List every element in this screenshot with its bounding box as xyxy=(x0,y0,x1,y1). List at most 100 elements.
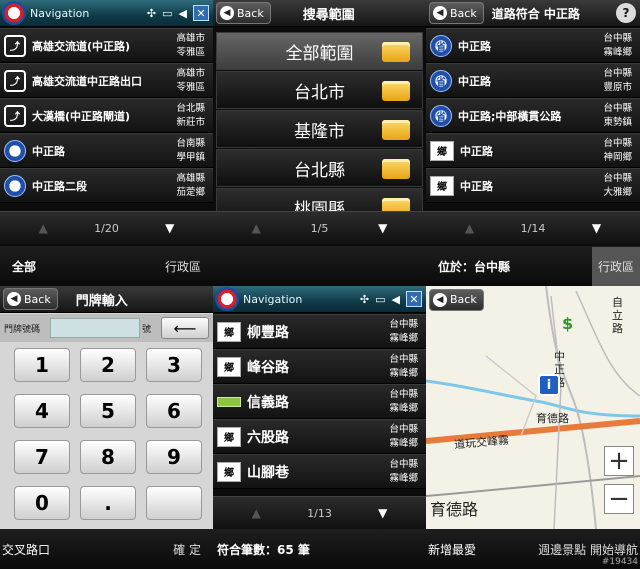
back-button[interactable]: ◀ Back xyxy=(216,2,271,24)
page-down-icon[interactable]: ▼ xyxy=(340,221,427,235)
nav-status-icons: ✣ ▭ ◀ ✕ xyxy=(360,291,426,307)
list-item[interactable]: 信義路 台中縣 霧峰鄉 xyxy=(213,384,426,419)
keypad-key[interactable]: 2 xyxy=(80,348,136,382)
intersection-button[interactable]: 交叉路口 xyxy=(0,541,50,558)
map-panel[interactable]: ◀ Back $ 自立路 中正路 i 育德路 道玩交峰霧 育德路 + − xyxy=(426,286,640,529)
page-up-icon[interactable]: ▲ xyxy=(426,221,513,235)
list-item-city: 台北縣 xyxy=(176,102,205,114)
backspace-button[interactable]: ⟵ xyxy=(161,317,209,339)
list-item[interactable]: ⤴ 大漢橋(中正路閘道) 台北縣 新莊市 xyxy=(0,98,213,133)
page-down-icon[interactable]: ▼ xyxy=(340,506,427,520)
keypad-key[interactable]: 4 xyxy=(14,394,70,428)
help-button[interactable]: ? xyxy=(616,3,636,23)
top-status-bar-right: 位於：台中縣 行政區 xyxy=(426,246,640,286)
list-item-city: 台中縣 xyxy=(389,388,418,400)
list-item-city: 高雄縣 xyxy=(176,172,205,184)
list-item[interactable]: 鄉六股路 台中縣 霧峰鄉 xyxy=(213,419,426,454)
list-item-district: 霧峰鄉 xyxy=(389,437,418,449)
close-icon[interactable]: ✕ xyxy=(193,5,209,21)
shield-icon: 省 xyxy=(430,34,452,57)
list-item[interactable]: 省中正路 台中縣 霧峰鄉 xyxy=(426,28,640,63)
number-keypad: 123 456 789 0. xyxy=(14,348,202,520)
district-button[interactable]: 行政區 xyxy=(591,246,640,286)
top-status-bar-mid xyxy=(213,246,426,286)
list-item-location: 台中縣 霧峰鄉 xyxy=(389,353,426,381)
scope-item[interactable]: 基隆市 xyxy=(216,110,423,148)
back-button[interactable]: ◀ Back xyxy=(3,288,58,310)
shield-icon: 省 xyxy=(430,69,452,92)
page-down-icon[interactable]: ▼ xyxy=(127,221,214,235)
scope-item[interactable]: 台北市 xyxy=(216,71,423,109)
back-button[interactable]: ◀ Back xyxy=(429,288,484,311)
keypad-key[interactable]: 7 xyxy=(14,440,70,474)
keypad-key[interactable]: 3 xyxy=(146,348,202,382)
list-item-name: 柳豐路 xyxy=(247,324,289,341)
keypad-key[interactable]: . xyxy=(80,486,136,520)
list-item[interactable]: 鄉中正路 台中縣 大雅鄉 xyxy=(426,168,640,203)
keypad-titlebar: ◀ Back 門牌輸入 xyxy=(0,286,213,313)
page-up-icon[interactable]: ▲ xyxy=(213,221,300,235)
status-all[interactable]: 全部 xyxy=(0,258,36,275)
back-button[interactable]: ◀ Back xyxy=(429,2,484,24)
zoom-out-button[interactable]: − xyxy=(604,484,634,514)
list-item-district: 苓雅區 xyxy=(176,46,205,58)
list-item-name: 六股路 xyxy=(247,429,289,446)
keypad-key[interactable]: 5 xyxy=(80,394,136,428)
shield-icon xyxy=(4,139,26,162)
list-item-district: 霧峰鄉 xyxy=(389,367,418,379)
list-item-district: 霧峰鄉 xyxy=(389,332,418,344)
list-item-location: 台中縣 霧峰鄉 xyxy=(603,32,640,60)
list-item-city: 高雄市 xyxy=(176,32,205,44)
back-arrow-icon: ◀ xyxy=(220,6,234,20)
nav-list-panel: Navigation ✣ ▭ ◀ ✕ ⤴ 高雄交流道(中正路) 高雄市 苓雅區 ⤴ 高雄交… xyxy=(0,0,213,246)
scope-item[interactable]: 全部範圍 xyxy=(216,32,423,70)
back-label: Back xyxy=(24,292,51,306)
list-item-location: 台中縣 霧峰鄉 xyxy=(389,318,426,346)
volume-icon[interactable]: ◀ xyxy=(392,293,400,306)
list-item-city: 台中縣 xyxy=(389,318,418,330)
page-indicator: 1/20 xyxy=(94,221,119,235)
keypad-key[interactable]: 9 xyxy=(146,440,202,474)
bottom-status-bar-mid: 符合筆數：65 筆 xyxy=(213,529,426,569)
keypad-key[interactable]: 8 xyxy=(80,440,136,474)
zoom-in-button[interactable]: + xyxy=(604,446,634,476)
house-number-label: 門牌號碼 xyxy=(4,324,41,335)
list-item[interactable]: 鄉山腳巷 台中縣 霧峰鄉 xyxy=(213,454,426,489)
list-item[interactable]: 鄉峰谷路 台中縣 霧峰鄉 xyxy=(213,349,426,384)
page-up-icon[interactable]: ▲ xyxy=(213,506,300,520)
list-item[interactable]: 中正路二段 高雄縣 茄萣鄉 xyxy=(0,168,213,203)
list-item-city: 台中縣 xyxy=(389,458,418,470)
list-item[interactable]: 省中正路;中部橫貫公路 台中縣 東勢鎮 xyxy=(426,98,640,133)
house-number-input[interactable] xyxy=(50,318,140,338)
list-item[interactable]: 鄉中正路 台中縣 神岡鄉 xyxy=(426,133,640,168)
close-icon[interactable]: ✕ xyxy=(406,291,422,307)
keypad-key[interactable]: 6 xyxy=(146,394,202,428)
list-item[interactable]: 鄉柳豐路 台中縣 霧峰鄉 xyxy=(213,314,426,349)
list-item-name: 中正路 xyxy=(460,144,493,158)
status-district[interactable]: 行政區 xyxy=(165,258,213,275)
list-item-name: 信義路 xyxy=(247,394,289,411)
nearby-and-navigate-buttons[interactable]: 週邊景點 開始導航 xyxy=(538,541,640,558)
list-item[interactable]: 省中正路 台中縣 豐原市 xyxy=(426,63,640,98)
volume-icon[interactable]: ◀ xyxy=(179,7,187,20)
nav-titlebar: Navigation ✣ ▭ ◀ ✕ xyxy=(0,0,213,27)
list-item[interactable]: 中正路 台南縣 學甲鎮 xyxy=(0,133,213,168)
list-item-location: 台中縣 東勢鎮 xyxy=(603,102,640,130)
page-up-icon[interactable]: ▲ xyxy=(0,221,87,235)
list-item[interactable]: ⤴ 高雄交流道中正路出口 高雄市 苓雅區 xyxy=(0,63,213,98)
scope-item[interactable]: 台北縣 xyxy=(216,149,423,187)
nav-pager: ▲ 1/20 ▼ xyxy=(0,211,213,244)
junction-icon: ⤴ xyxy=(4,69,26,92)
list-item-district: 豐原市 xyxy=(603,81,632,93)
confirm-button[interactable]: 確 定 xyxy=(173,541,213,558)
add-favorite-button[interactable]: 新增最愛 xyxy=(426,541,476,558)
list-item[interactable]: ⤴ 高雄交流道(中正路) 高雄市 苓雅區 xyxy=(0,28,213,63)
poi-dollar-icon[interactable]: $ xyxy=(562,314,573,333)
page-down-icon[interactable]: ▼ xyxy=(553,221,640,235)
scope-list: 全部範圍 台北市 基隆市 台北縣 桃園縣 xyxy=(213,32,426,227)
bottom-status-bar-right: 新增最愛 週邊景點 開始導航 #19434 xyxy=(426,529,640,569)
location-marker-icon[interactable]: i xyxy=(538,374,560,396)
keypad-key[interactable]: 1 xyxy=(14,348,70,382)
keypad-key[interactable] xyxy=(146,486,202,520)
keypad-key[interactable]: 0 xyxy=(14,486,70,520)
